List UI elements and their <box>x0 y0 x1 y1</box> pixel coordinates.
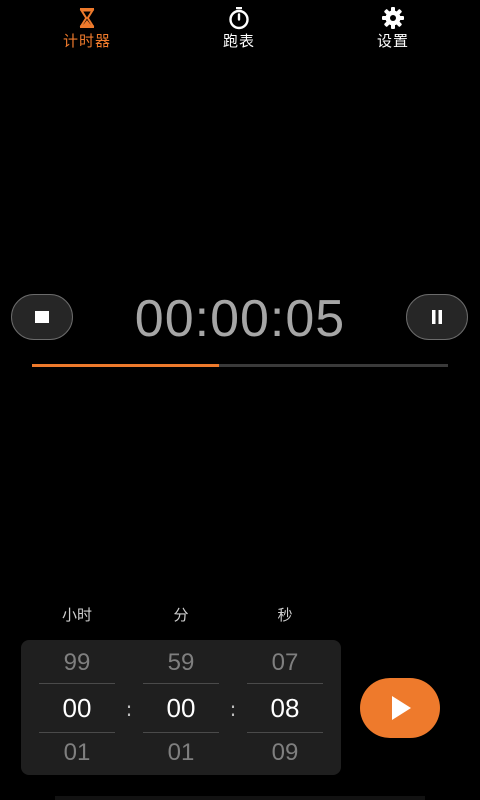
seconds-selected-value[interactable]: 08 <box>247 692 323 724</box>
seconds-next-value[interactable]: 09 <box>247 738 323 768</box>
minutes-label: 分 <box>173 606 189 624</box>
minutes-selected-value[interactable]: 00 <box>143 692 219 724</box>
hours-next-value[interactable]: 01 <box>39 738 115 768</box>
wheel-divider <box>143 683 219 684</box>
wheel-divider <box>247 683 323 684</box>
seconds-wheel[interactable]: 07 08 09 <box>247 640 323 775</box>
bottom-edge <box>55 796 425 800</box>
play-icon <box>392 696 411 720</box>
tab-settings[interactable]: 设置 <box>338 6 448 56</box>
stop-button[interactable] <box>11 294 73 340</box>
hours-selected-value[interactable]: 00 <box>39 692 115 724</box>
start-button[interactable] <box>360 678 440 738</box>
wheel-divider <box>143 732 219 733</box>
hours-wheel[interactable]: 99 00 01 <box>39 640 115 775</box>
pause-button[interactable] <box>406 294 468 340</box>
time-picker-panel: 99 00 01 : 59 00 01 : 07 08 09 <box>21 640 341 775</box>
tab-stopwatch[interactable]: 跑表 <box>184 6 294 56</box>
minutes-next-value[interactable]: 01 <box>143 738 219 768</box>
minutes-prev-value[interactable]: 59 <box>143 648 219 678</box>
stopwatch-icon <box>229 7 249 30</box>
minutes-wheel[interactable]: 59 00 01 <box>143 640 219 775</box>
hourglass-icon <box>79 8 95 28</box>
time-separator: : <box>125 697 133 721</box>
gear-icon <box>382 7 404 29</box>
wheel-divider <box>39 683 115 684</box>
wheel-divider <box>39 732 115 733</box>
pause-icon <box>432 310 442 324</box>
wheel-divider <box>247 732 323 733</box>
top-tab-bar: 计时器 跑表 设置 <box>0 0 480 60</box>
tab-timer[interactable]: 计时器 <box>32 6 142 56</box>
time-separator: : <box>229 697 237 721</box>
hours-label: 小时 <box>61 606 92 624</box>
seconds-label: 秒 <box>277 606 293 624</box>
tab-label: 设置 <box>376 32 409 50</box>
tab-label: 跑表 <box>222 32 255 50</box>
seconds-prev-value[interactable]: 07 <box>247 648 323 678</box>
stop-icon <box>35 311 49 323</box>
hours-prev-value[interactable]: 99 <box>39 648 115 678</box>
tab-label: 计时器 <box>62 32 111 50</box>
timer-progress-bar <box>32 364 448 367</box>
timer-progress-fill <box>32 364 220 367</box>
timer-display: 00:00:05 <box>134 290 346 348</box>
